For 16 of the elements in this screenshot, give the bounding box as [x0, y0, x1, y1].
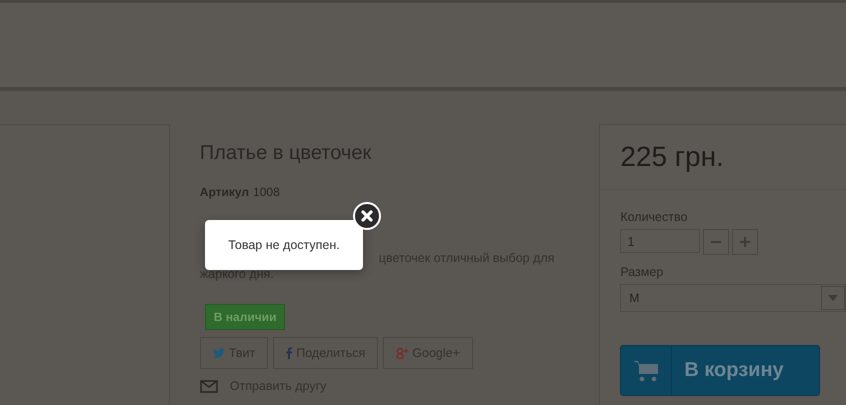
popup-message: Товар не доступен. — [228, 238, 340, 252]
decrease-button[interactable] — [703, 229, 730, 255]
size-dropdown[interactable]: M — [620, 284, 846, 312]
bird-icon — [212, 348, 225, 358]
facebook-icon — [286, 347, 292, 359]
price: 225 грн. — [620, 141, 724, 173]
caret-icon — [828, 295, 838, 301]
google-plus-icon — [396, 347, 408, 359]
increase-button[interactable] — [732, 229, 758, 255]
plus-icon — [740, 237, 750, 247]
add-to-cart-button[interactable]: В корзину — [620, 345, 820, 396]
cart-icon — [633, 360, 660, 382]
close-button[interactable] — [353, 202, 381, 230]
envelope-icon — [200, 380, 218, 392]
close-icon — [360, 209, 374, 223]
stock-badge: В наличии — [204, 304, 286, 330]
